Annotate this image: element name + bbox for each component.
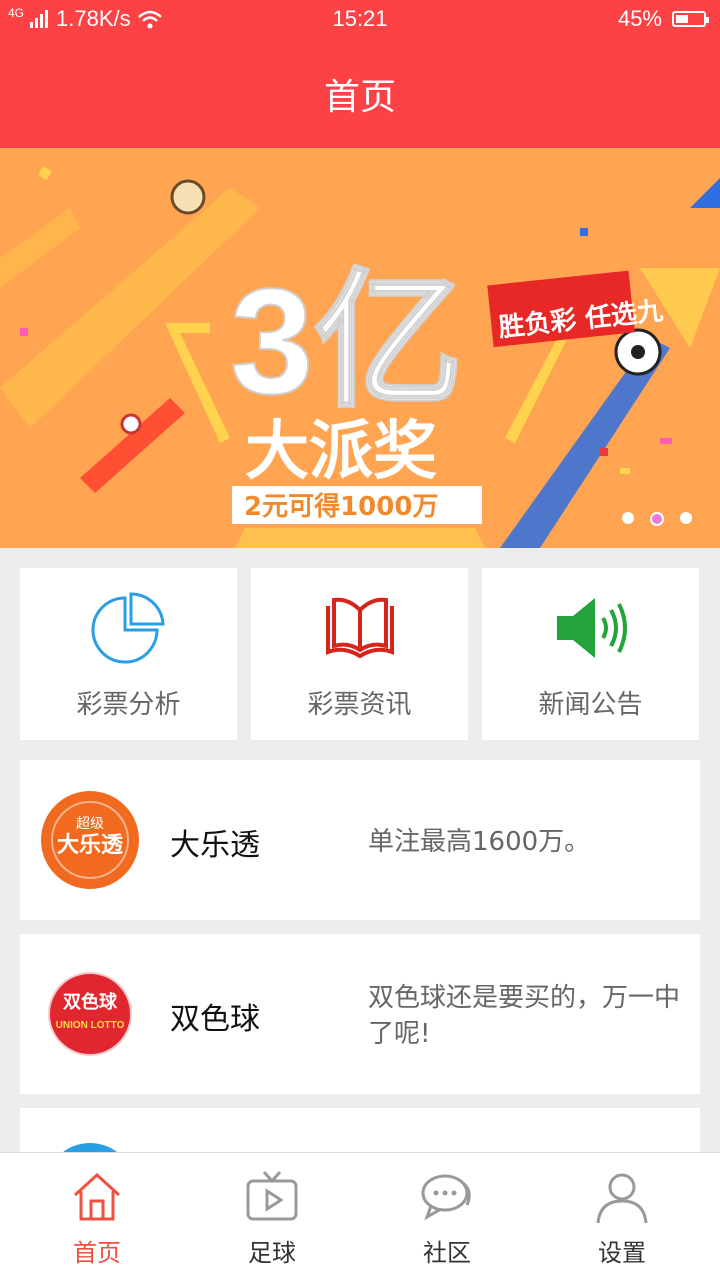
pagination-dot-active[interactable] bbox=[650, 512, 664, 526]
speaker-icon bbox=[556, 598, 627, 658]
tv-icon bbox=[246, 1171, 298, 1221]
tab-label: 设置 bbox=[598, 1239, 646, 1267]
lottery-card-dlt[interactable]: 超级 大乐透 大乐透 单注最高1600万。 bbox=[20, 760, 700, 920]
banner-art: 3亿 大派奖 胜负彩 任选九 2元可得1000万 bbox=[0, 166, 720, 548]
page-title: 首页 bbox=[323, 77, 396, 118]
status-right: 45% bbox=[617, 6, 709, 32]
status-bar: 4G 1.78K/s 15:21 45% bbox=[0, 0, 720, 38]
pagination-dot[interactable] bbox=[680, 512, 692, 524]
open-book-icon bbox=[325, 597, 394, 659]
lottery-card-ssq[interactable]: 双色球 UNION LOTTO 双色球 双色球还是要买的，万一中了呢! bbox=[20, 934, 700, 1094]
banner-caption: 2元可得1000万 bbox=[244, 492, 438, 522]
svg-text:超级: 超级 bbox=[76, 816, 104, 832]
promo-banner[interactable]: 3亿 大派奖 胜负彩 任选九 2元可得1000万 bbox=[0, 148, 720, 548]
union-lotto-logo: 双色球 UNION LOTTO bbox=[48, 972, 132, 1056]
banner-pagination bbox=[622, 512, 692, 526]
quick-link-announcements[interactable]: 新闻公告 bbox=[482, 568, 699, 740]
battery-percent: 45% bbox=[617, 6, 662, 31]
super-lotto-logo: 超级 大乐透 bbox=[41, 791, 139, 889]
bottom-tab-bar: 首页 足球 社区 设置 bbox=[0, 1152, 720, 1281]
svg-text:双色球: 双色球 bbox=[63, 991, 118, 1013]
tab-label: 社区 bbox=[423, 1239, 471, 1267]
quick-link-label: 彩票分析 bbox=[76, 690, 181, 720]
quick-link-label: 新闻公告 bbox=[538, 690, 643, 720]
banner-headline: 3亿 bbox=[230, 257, 463, 425]
pagination-dot[interactable] bbox=[622, 512, 634, 524]
user-icon bbox=[596, 1173, 648, 1224]
banner-subheadline: 大派奖 bbox=[245, 415, 437, 489]
tab-football[interactable]: 足球 bbox=[182, 1153, 362, 1281]
lottery-name: 双色球 bbox=[170, 1002, 260, 1037]
lottery-desc: 双色球还是要买的，万一中了呢! bbox=[368, 983, 681, 1049]
lottery-desc: 单注最高1600万。 bbox=[368, 827, 591, 857]
tab-settings[interactable]: 设置 bbox=[532, 1153, 712, 1281]
quick-link-analysis[interactable]: 彩票分析 bbox=[20, 568, 237, 740]
clock: 15:21 bbox=[332, 6, 388, 31]
svg-text:大乐透: 大乐透 bbox=[57, 833, 124, 858]
home-icon bbox=[73, 1172, 121, 1221]
pie-chart-icon bbox=[91, 592, 165, 664]
tab-label: 足球 bbox=[248, 1239, 296, 1267]
tab-label: 首页 bbox=[73, 1239, 121, 1267]
quick-link-label: 彩票资讯 bbox=[307, 690, 412, 720]
lottery-name: 大乐透 bbox=[170, 828, 260, 863]
tab-community[interactable]: 社区 bbox=[357, 1153, 537, 1281]
app-header: 首页 bbox=[0, 38, 720, 148]
svg-text:UNION LOTTO: UNION LOTTO bbox=[56, 1020, 125, 1031]
tab-home[interactable]: 首页 bbox=[7, 1153, 187, 1281]
chat-bubbles-icon bbox=[421, 1174, 471, 1221]
battery-icon bbox=[672, 11, 709, 27]
quick-link-news[interactable]: 彩票资讯 bbox=[251, 568, 468, 740]
